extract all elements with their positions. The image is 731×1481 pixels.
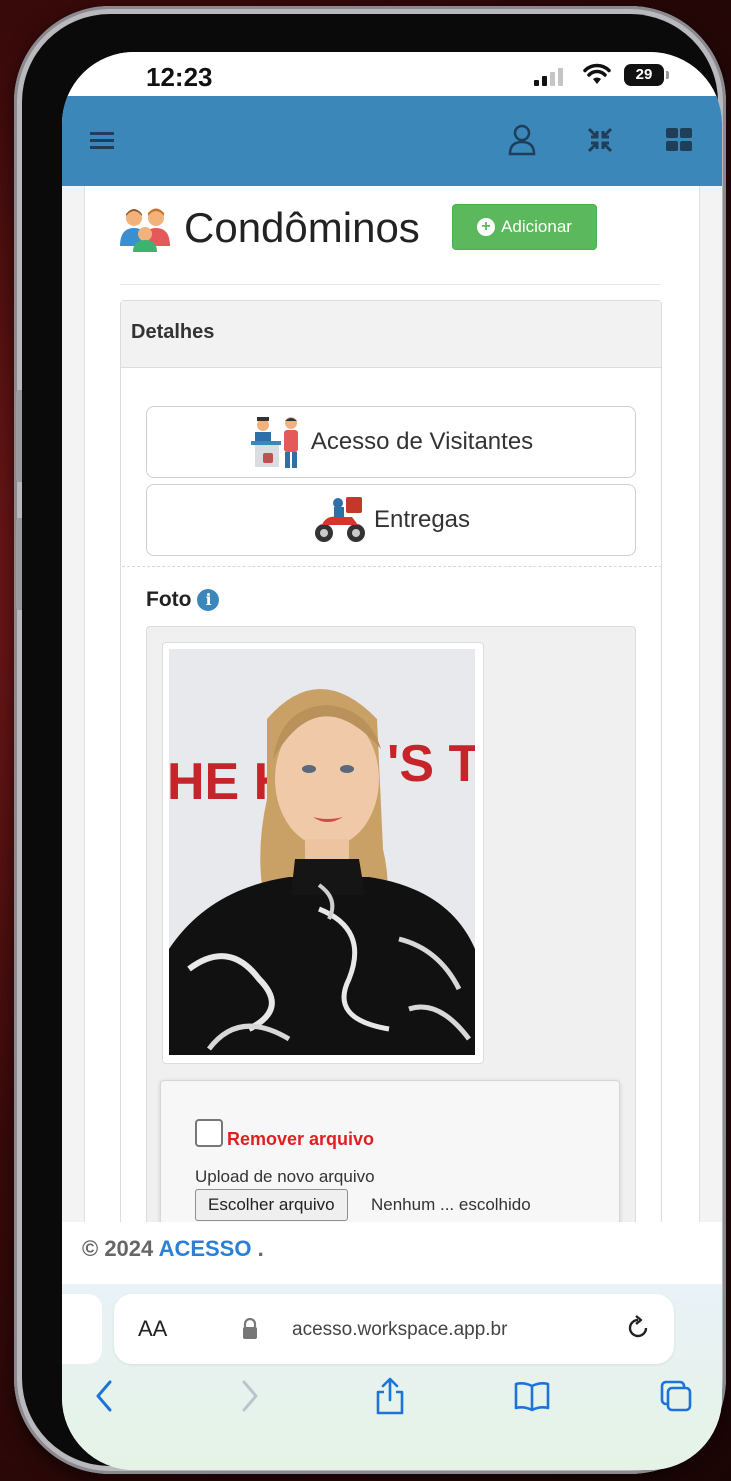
browser-toolbar: AA acesso.workspace.app.br (62, 1284, 722, 1470)
compress-icon[interactable] (586, 126, 614, 154)
menu-icon[interactable] (90, 130, 114, 152)
visitors-icon (250, 417, 298, 468)
back-icon[interactable] (92, 1376, 116, 1416)
grid-icon[interactable] (666, 128, 692, 152)
footer: © 2024 ACESSO . (62, 1222, 722, 1284)
battery-level: 29 (635, 66, 653, 83)
footer-brand-link[interactable]: ACESSO (159, 1236, 252, 1261)
user-icon[interactable] (508, 124, 536, 156)
delivery-scooter-icon (314, 497, 365, 542)
battery-tip (666, 71, 669, 79)
no-file-text: Nenhum ... escolhido (371, 1195, 531, 1214)
remove-file-label[interactable]: Remover arquivo (227, 1129, 374, 1150)
deliveries-label: Entregas (373, 506, 471, 533)
foto-label-text: Foto (146, 588, 192, 611)
upload-box: Remover arquivo Upload de novo arquivo E… (160, 1080, 620, 1242)
plus-circle-icon: + (477, 218, 496, 236)
reload-icon[interactable] (624, 1314, 652, 1342)
address-bar[interactable]: AA acesso.workspace.app.br (114, 1294, 674, 1364)
profile-photo: HE HA 'S TAL (169, 649, 475, 1055)
remove-file-checkbox[interactable] (195, 1119, 223, 1147)
photo-thumbnail[interactable]: HE HA 'S TAL (162, 642, 484, 1064)
battery-icon: 29 (624, 64, 664, 86)
visitors-access-button[interactable]: Acesso de Visitantes (146, 406, 636, 478)
panel-heading-text: Detalhes (131, 321, 215, 343)
forward-icon[interactable] (238, 1376, 262, 1416)
deliveries-button[interactable]: Entregas (146, 484, 636, 556)
app-header (62, 96, 722, 186)
tabs-icon[interactable] (658, 1376, 694, 1416)
url-text: acesso.workspace.app.br (292, 1319, 508, 1340)
photo-image: HE HA 'S TAL (169, 649, 475, 1055)
phone-bezel: 12:23 29 Condôminos + Adicionar Detalhes… (22, 14, 722, 1470)
page-title: Condôminos (118, 200, 420, 256)
people-icon (120, 208, 170, 252)
visitors-access-label: Acesso de Visitantes (310, 428, 534, 455)
upload-label: Upload de novo arquivo (195, 1167, 375, 1186)
bookmarks-icon[interactable] (512, 1376, 552, 1416)
copyright-text: © 2024 (82, 1236, 154, 1261)
signal-icon (534, 68, 563, 86)
previous-tab-stub[interactable] (62, 1294, 102, 1364)
panel-heading: Detalhes (121, 301, 661, 368)
status-time: 12:23 (146, 62, 213, 92)
photo-backdrop-text-right: 'S TAL (387, 735, 475, 793)
screen: 12:23 29 Condôminos + Adicionar Detalhes… (62, 52, 722, 1470)
status-bar: 12:23 29 (62, 52, 722, 98)
text-size-button[interactable]: AA (138, 1316, 167, 1342)
info-icon[interactable]: i (197, 589, 220, 611)
share-icon[interactable] (374, 1376, 406, 1416)
page-title-text: Condôminos (184, 204, 420, 251)
choose-file-button[interactable]: Escolher arquivo (195, 1189, 348, 1221)
add-button[interactable]: + Adicionar (452, 204, 597, 250)
divider (120, 284, 660, 285)
lock-icon (243, 1318, 257, 1339)
copyright: © 2024 ACESSO . (82, 1236, 264, 1262)
footer-suffix: . (257, 1236, 264, 1261)
phone-frame: 12:23 29 Condôminos + Adicionar Detalhes… (14, 6, 726, 1474)
divider-dashed (122, 566, 662, 567)
wifi-icon (583, 63, 611, 84)
add-button-label: Adicionar (501, 217, 572, 236)
foto-label: Foto i (146, 588, 220, 612)
